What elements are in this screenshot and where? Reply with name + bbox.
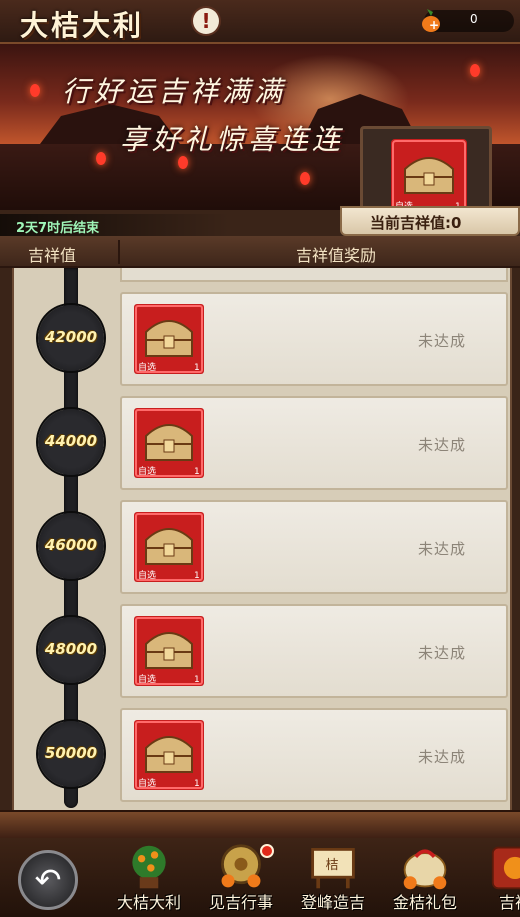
item-tag: 自选	[138, 465, 156, 477]
current-value-label: 当前吉祥值:0	[370, 214, 462, 232]
item-tag: 自选	[138, 569, 156, 581]
tab-4[interactable]: 金桔礼包	[380, 838, 470, 917]
threshold-value: 48000	[44, 640, 98, 658]
lantern	[30, 84, 40, 97]
current-reward-box[interactable]: 自选 1	[360, 126, 492, 210]
treasure-chest-icon[interactable]: 自选 1	[134, 512, 204, 582]
tab-label: 登峰造吉	[300, 893, 365, 912]
list-item: 自选 1 未达成	[120, 604, 508, 698]
notification-dot	[260, 844, 274, 858]
list-item: 自选 1 未达成	[120, 708, 508, 802]
status-text: 未达成	[418, 540, 467, 558]
treasure-chest-icon: 自选 1	[391, 139, 467, 210]
treasure-chest-icon[interactable]: 自选 1	[134, 616, 204, 686]
treasure-chest-icon[interactable]: 自选 1	[134, 408, 204, 478]
threshold-value: 44000	[44, 432, 98, 450]
item-tag: 自选	[138, 361, 156, 373]
header-divider	[118, 240, 120, 264]
event-banner: 行好运吉祥满满 享好礼惊喜连连 自选 1	[0, 44, 520, 210]
list-item: 自选 1 未达成	[120, 292, 508, 386]
threshold-node: 44000	[38, 409, 104, 475]
tab-label: 大桔大利	[116, 893, 181, 912]
back-arrow-icon: ↶	[34, 861, 62, 899]
status-text: 未达成	[418, 332, 467, 350]
lantern	[300, 172, 310, 185]
current-value-plate: 当前吉祥值:0	[340, 206, 520, 236]
header-reward: 吉祥值奖励	[296, 246, 377, 265]
svg-text:+: +	[429, 18, 439, 32]
treasure-chest-icon[interactable]: 自选 1	[134, 304, 204, 374]
countdown-bar: 2天7时后结束	[0, 214, 230, 236]
tab-2[interactable]: 见吉行事	[196, 838, 286, 917]
list-item-partial	[120, 268, 508, 282]
item-count: 1	[194, 571, 200, 581]
tab-label: 见吉行事	[208, 893, 273, 912]
countdown-text: 2天7时后结束	[16, 221, 100, 236]
orange-tree-icon	[132, 845, 166, 889]
currency-value: 0	[470, 12, 478, 26]
lantern	[96, 152, 106, 165]
threshold-node: 48000	[38, 617, 104, 683]
tab-label: 金桔礼包	[392, 893, 457, 912]
threshold-value: 50000	[44, 744, 98, 762]
treasure-chest-icon[interactable]: 自选 1	[134, 720, 204, 790]
threshold-value: 42000	[44, 328, 98, 346]
banner-slogan-1: 行好运吉祥满满	[62, 75, 287, 108]
svg-text:桔: 桔	[326, 858, 339, 873]
page-title: 大桔大利	[20, 9, 145, 42]
gift-bag-icon	[403, 849, 447, 890]
status-text: 未达成	[418, 436, 467, 454]
plaque-icon: 桔	[311, 848, 355, 889]
status-text: 未达成	[418, 748, 467, 766]
bottom-nav: ↶ 大桔大利见吉行事桔登峰造吉金桔礼包吉祥	[0, 838, 520, 917]
threshold-node: 42000	[38, 305, 104, 371]
lantern	[470, 64, 480, 77]
item-tag: 自选	[138, 673, 156, 685]
bottom-rail	[0, 810, 520, 838]
table-header: 吉祥值 吉祥值奖励	[0, 236, 520, 268]
threshold-value: 46000	[44, 536, 98, 554]
item-count: 1	[194, 363, 200, 373]
item-count: 1	[194, 675, 200, 685]
list-item: 自选 1 未达成	[120, 500, 508, 594]
item-tag: 自选	[138, 777, 156, 789]
lucky-icon	[491, 846, 520, 890]
status-text: 未达成	[418, 644, 467, 662]
threshold-node: 50000	[38, 721, 104, 787]
tab-1[interactable]: 大桔大利	[104, 838, 194, 917]
tab-3[interactable]: 桔登峰造吉	[288, 838, 378, 917]
item-count: 1	[194, 779, 200, 789]
info-alert-icon[interactable]: !	[193, 8, 219, 34]
top-bar: 大桔大利 ! + 0	[0, 0, 520, 44]
threshold-node: 46000	[38, 513, 104, 579]
back-button[interactable]: ↶	[18, 850, 78, 910]
tab-5[interactable]: 吉祥	[470, 838, 520, 917]
banner-slogan-2: 享好礼惊喜连连	[120, 123, 345, 156]
reward-list[interactable]: 自选 1 未达成 42000 自选 1 未达成 44000 自选 1 未达成 46000 自选 1 未达成 4…	[12, 268, 512, 810]
orange-currency-icon[interactable]: +	[418, 6, 444, 34]
item-count: 1	[194, 467, 200, 477]
header-threshold: 吉祥值	[28, 246, 77, 265]
tab-label: 吉祥	[498, 893, 520, 912]
list-item: 自选 1 未达成	[120, 396, 508, 490]
